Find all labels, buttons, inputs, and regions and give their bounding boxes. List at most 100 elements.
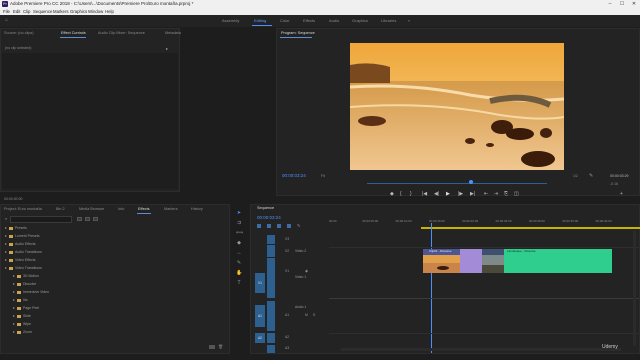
effects-tree-item[interactable]: Zoom	[13, 330, 32, 334]
add-marker-button[interactable]: ◆	[390, 191, 394, 197]
hand-tool-icon[interactable]: ✋	[236, 270, 242, 276]
comparison-view-button[interactable]: ◫	[514, 191, 519, 197]
maximize-button[interactable]: ☐	[616, 0, 628, 8]
tab-project[interactable]: Project: Euro montaña	[4, 207, 42, 211]
insert-sequences-nest-icon[interactable]	[257, 224, 261, 228]
mark-in-button[interactable]: {	[400, 191, 402, 197]
menu-help[interactable]: Help	[105, 9, 114, 14]
workspace-assembly[interactable]: Assembly	[222, 18, 239, 23]
timeline-horizontal-scrollbar[interactable]	[341, 348, 621, 351]
track-target-v3[interactable]	[267, 235, 275, 244]
quality-dropdown[interactable]: 1/2	[573, 174, 578, 178]
tab-history[interactable]: History	[191, 207, 203, 211]
tab-markers[interactable]: Markers	[164, 207, 178, 211]
workspaces-overflow[interactable]: »	[408, 18, 410, 23]
transition-dissolve[interactable]	[460, 249, 482, 273]
mute-a1-button[interactable]: M	[305, 313, 308, 317]
chevron-right-icon[interactable]	[13, 315, 15, 318]
track-target-v2[interactable]	[267, 245, 275, 257]
toggle-output-v1-icon[interactable]: ◉	[305, 269, 308, 273]
tab-effect-controls[interactable]: Effect Controls	[61, 31, 86, 35]
chevron-right-icon[interactable]	[13, 291, 15, 294]
yuv-effects-icon[interactable]	[93, 217, 98, 221]
chevron-right-icon[interactable]	[5, 227, 7, 230]
tab-audio-clip-mixer[interactable]: Audio Clip Mixer: Sequence	[98, 31, 145, 35]
fit-dropdown[interactable]: Fit	[321, 174, 325, 178]
program-video-frame[interactable]	[350, 43, 564, 170]
menu-edit[interactable]: Edit	[13, 9, 20, 14]
effects-tree-item[interactable]: Audio Effects	[5, 242, 36, 246]
chevron-right-icon[interactable]	[5, 259, 7, 262]
time-ruler[interactable]: 00:00 00:00:05:00 00:00:10:00 00:00:15:00 00…	[329, 219, 629, 227]
track-target-a1[interactable]	[267, 301, 275, 331]
workspace-effects[interactable]: Effects	[303, 18, 315, 23]
effects-tree-item[interactable]: Dissolve	[13, 282, 36, 286]
source-patch-a2[interactable]: A2	[255, 333, 265, 343]
chevron-right-icon[interactable]	[13, 323, 15, 326]
workspace-editing[interactable]: Editing	[254, 18, 266, 23]
tab-effects[interactable]: Effects	[138, 207, 150, 211]
video-clip-2[interactable]: Landscape - Dissolve	[504, 249, 612, 273]
add-marker-timeline-icon[interactable]	[287, 224, 291, 228]
workspace-audio[interactable]: Audio	[329, 18, 339, 23]
accelerated-effects-icon[interactable]	[77, 217, 82, 221]
effects-tree-item[interactable]: Video Effects	[5, 258, 36, 262]
selection-tool-icon[interactable]: ➤	[236, 210, 242, 216]
workspace-graphics[interactable]: Graphics	[352, 18, 368, 23]
effects-tree-item[interactable]: 3D Motion	[13, 274, 39, 278]
timeline-settings-icon[interactable]: ✎	[297, 223, 300, 228]
effects-tree-item[interactable]: Immersive Video	[13, 290, 49, 294]
close-button[interactable]: ✕	[628, 0, 640, 8]
minimize-button[interactable]: –	[604, 0, 616, 8]
export-frame-button[interactable]: ⎘	[504, 191, 508, 197]
home-icon[interactable]: ⌂	[5, 18, 10, 23]
go-to-out-button[interactable]: ▶|	[470, 191, 475, 197]
slip-tool-icon[interactable]: ↔	[236, 250, 242, 256]
chevron-right-icon[interactable]	[5, 267, 7, 270]
effects-tree-item[interactable]: Audio Transitions	[5, 250, 42, 254]
tab-program[interactable]: Program: Sequence	[281, 31, 315, 35]
workspace-libraries[interactable]: Libraries	[381, 18, 396, 23]
new-bin-icon[interactable]	[209, 345, 215, 349]
program-timecode[interactable]: 00:00:03:24	[282, 173, 306, 178]
settings-wrench-icon[interactable]: ✎	[589, 173, 593, 179]
track-target-v1[interactable]	[267, 258, 275, 298]
effects-tree-item[interactable]: Iris	[13, 298, 28, 302]
chevron-right-icon[interactable]	[5, 251, 7, 254]
button-editor-plus[interactable]: +	[620, 191, 623, 197]
program-scrubber-track[interactable]	[367, 183, 547, 184]
chevron-right-icon[interactable]	[13, 283, 15, 286]
effects-tree-item[interactable]: Page Peel	[13, 306, 39, 310]
source-patch-v1[interactable]: V1	[255, 273, 265, 293]
effects-search-input[interactable]	[10, 216, 72, 223]
chevron-right-icon[interactable]	[5, 243, 7, 246]
pen-tool-icon[interactable]: ✎	[236, 260, 242, 266]
tab-sequence[interactable]: Sequence	[257, 206, 274, 210]
effects-tree-item[interactable]: Presets	[5, 226, 27, 230]
source-patch-a1[interactable]: A1	[255, 305, 265, 327]
linked-selection-icon[interactable]	[277, 224, 281, 228]
chevron-right-icon[interactable]	[5, 235, 7, 238]
tab-bin[interactable]: Bin 2	[56, 207, 65, 211]
effects-tree-item[interactable]: Slide	[13, 314, 31, 318]
menu-window[interactable]: Window	[88, 9, 103, 14]
effects-tree-item[interactable]: Lumetri Presets	[5, 234, 40, 238]
extract-button[interactable]: ⇥	[494, 191, 498, 197]
razor-tool-icon[interactable]: ◆	[236, 240, 242, 246]
mark-out-button[interactable]: }	[410, 191, 412, 197]
track-target-a3[interactable]	[267, 345, 275, 353]
tab-media-browser[interactable]: Media Browser	[79, 207, 104, 211]
menu-clip[interactable]: Clip	[23, 9, 30, 14]
chevron-right-icon[interactable]	[13, 331, 15, 334]
timeline-vertical-scrollbar[interactable]	[633, 231, 636, 346]
type-tool-icon[interactable]: T	[236, 280, 242, 286]
32bit-effects-icon[interactable]	[85, 217, 90, 221]
lift-button[interactable]: ⇤	[484, 191, 488, 197]
timeline-timecode[interactable]: 00:00:03:24	[257, 215, 281, 220]
snap-icon[interactable]	[267, 224, 271, 228]
menu-file[interactable]: File	[3, 9, 10, 14]
menu-graphics[interactable]: Graphics	[70, 9, 87, 14]
track-target-a2[interactable]	[267, 333, 275, 343]
tab-metadata[interactable]: Metadata	[165, 31, 181, 35]
step-back-button[interactable]: ◀|	[434, 191, 439, 197]
